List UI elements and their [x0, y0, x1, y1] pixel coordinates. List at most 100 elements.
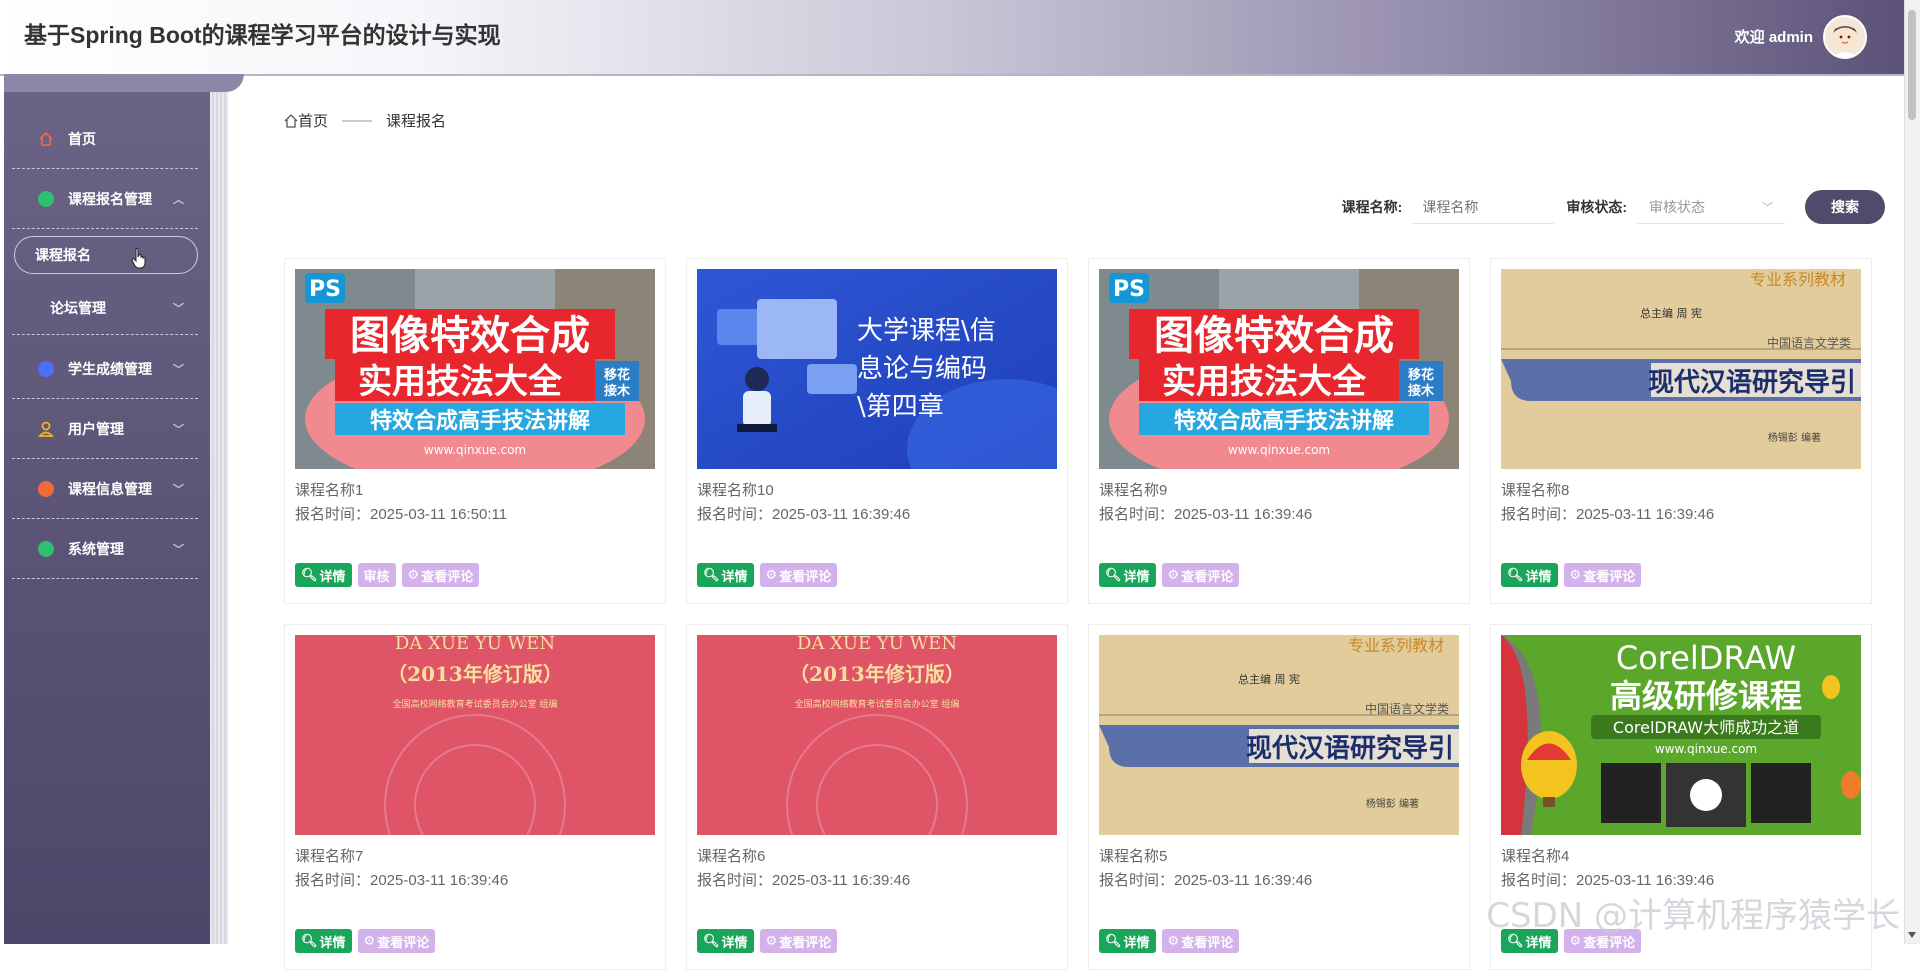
course-card[interactable]: DA XUE YU WEN （2013年修订版） 全国高校网络教育考试委员会办公… [686, 624, 1068, 970]
main-content: 首页 —— 课程报名 课程名称: 审核状态: 审核状态 ﹀ 搜索 PS 图像特效… [228, 92, 1905, 970]
course-name: 课程名称8 [1501, 482, 1570, 499]
detail-button[interactable]: 🔍︎ 详情 [1501, 563, 1558, 587]
view-comments-button[interactable]: ⚙ 查看评论 [1161, 563, 1240, 587]
course-cover-image[interactable]: PS 图像特效合成 实用技法大全 移花 接木 特效合成高手技法讲解 www.qi… [1099, 269, 1459, 469]
chevron-down-icon: ﹀ [173, 424, 184, 436]
course-card[interactable]: 专业系列教材 总主编 周 宪 中国语言文学类 现代汉语研究导引 杨锡彭 编著 课… [1490, 258, 1872, 604]
detail-button[interactable]: 🔍︎ 详情 [1099, 929, 1156, 953]
review-status-select[interactable]: 审核状态 ﹀ [1637, 190, 1785, 224]
search-icon: 🔍︎ [1105, 933, 1122, 948]
review-status-label: 审核状态: [1566, 199, 1627, 215]
view-comments-button[interactable]: ⚙ 查看评论 [357, 929, 436, 953]
svg-text:CorelDRAW大师成功之道: CorelDRAW大师成功之道 [1613, 718, 1799, 737]
sidebar-item-label: 课程报名管理 [68, 191, 152, 207]
detail-button[interactable]: 🔍︎ 详情 [295, 563, 352, 587]
course-name: 课程名称5 [1099, 848, 1168, 865]
svg-text:DA XUE YU WEN: DA XUE YU WEN [395, 635, 555, 654]
review-status-placeholder: 审核状态 [1649, 198, 1705, 215]
svg-text:移花: 移花 [604, 367, 630, 383]
course-cover-image[interactable]: 专业系列教材 总主编 周 宪 中国语言文学类 现代汉语研究导引 杨锡彭 编著 [1099, 635, 1459, 835]
course-cover-image[interactable]: DA XUE YU WEN （2013年修订版） 全国高校网络教育考试委员会办公… [295, 635, 655, 835]
sidebar-item-home[interactable]: 首页 [12, 110, 198, 169]
welcome-text: 欢迎 admin [1734, 29, 1813, 46]
view-comments-button[interactable]: ⚙ 查看评论 [759, 929, 838, 953]
view-comments-button[interactable]: ⚙ 查看评论 [401, 563, 480, 587]
course-card[interactable]: PS 图像特效合成 实用技法大全 移花 接木 特效合成高手技法讲解 www.qi… [1088, 258, 1470, 604]
card-actions: 🔍︎ 详情 ⚙ 查看评论 [1099, 563, 1240, 587]
detail-button[interactable]: 🔍︎ 详情 [697, 563, 754, 587]
course-cover-image[interactable]: CorelDRAW 高级研修课程 CorelDRAW大师成功之道 www.qin… [1501, 635, 1861, 835]
course-name: 课程名称10 [697, 482, 774, 499]
enroll-time: 报名时间：2025-03-11 16:39:46 [1099, 506, 1313, 523]
button-label: 查看评论 [779, 934, 832, 950]
gear-icon: ⚙ [1167, 567, 1180, 582]
breadcrumb-home-link[interactable]: 首页 [298, 110, 328, 131]
enroll-time: 报名时间：2025-03-11 16:39:46 [697, 872, 911, 889]
chevron-down-icon: ﹀ [173, 364, 184, 376]
avatar[interactable] [1823, 15, 1867, 59]
review-button[interactable]: 审核 [357, 563, 396, 587]
course-cover-image[interactable]: DA XUE YU WEN （2013年修订版） 全国高校网络教育考试委员会办公… [697, 635, 1057, 835]
sidebar-item-label: 用户管理 [68, 421, 124, 437]
svg-text:息论与编码: 息论与编码 [857, 354, 987, 384]
search-button[interactable]: 搜索 [1805, 190, 1885, 224]
user-icon [38, 421, 54, 437]
svg-text:现代汉语研究导引: 现代汉语研究导引 [1246, 733, 1454, 764]
svg-text:特效合成高手技法讲解: 特效合成高手技法讲解 [370, 408, 590, 434]
home-icon [38, 131, 54, 147]
cursor-hand-icon [131, 248, 146, 269]
gear-icon: ⚙ [1569, 567, 1582, 582]
sidebar-item-users[interactable]: 用户管理 ﹀ [12, 400, 198, 459]
course-card[interactable]: PS 图像特效合成 实用技法大全 移花 接木 特效合成高手技法讲解 www.qi… [284, 258, 666, 604]
svg-text:杨锡彭 编著: 杨锡彭 编著 [1366, 797, 1419, 810]
button-label: 详情 [721, 934, 748, 950]
course-name: 课程名称9 [1099, 482, 1168, 499]
svg-text:PS: PS [1113, 277, 1145, 302]
gear-icon: ⚙ [407, 567, 420, 582]
gear-icon: ⚙ [765, 933, 778, 948]
scroll-down-arrow-icon[interactable] [1908, 932, 1916, 938]
detail-button[interactable]: 🔍︎ 详情 [1099, 563, 1156, 587]
course-card[interactable]: 专业系列教材 总主编 周 宪 中国语言文学类 现代汉语研究导引 杨锡彭 编著 课… [1088, 624, 1470, 970]
card-actions: 🔍︎ 详情 ⚙ 查看评论 [697, 929, 838, 953]
button-label: 详情 [1123, 934, 1150, 950]
search-icon: 🔍︎ [1507, 567, 1524, 582]
page-scrollbar[interactable] [1904, 0, 1920, 944]
svg-text:总主编 周 宪: 总主编 周 宪 [1238, 672, 1300, 686]
sidebar-subitem-forum[interactable]: 论坛管理 ﹀ [12, 282, 198, 335]
sidebar-item-grades[interactable]: 学生成绩管理 ﹀ [12, 340, 198, 399]
sidebar-item-system[interactable]: 系统管理 ﹀ [12, 520, 198, 579]
sidebar-item-course-info[interactable]: 课程信息管理 ﹀ [12, 460, 198, 519]
course-cover-image[interactable]: 大学课程\信 息论与编码 \第四章 [697, 269, 1057, 469]
button-label: 查看评论 [1181, 568, 1234, 584]
course-cover-image[interactable]: PS 图像特效合成 实用技法大全 移花 接木 特效合成高手技法讲解 www.qi… [295, 269, 655, 469]
view-comments-button[interactable]: ⚙ 查看评论 [759, 563, 838, 587]
view-comments-button[interactable]: ⚙ 查看评论 [1161, 929, 1240, 953]
course-name-input[interactable] [1412, 190, 1555, 224]
enroll-time: 报名时间：2025-03-11 16:39:46 [1501, 872, 1715, 889]
search-icon: 🔍︎ [703, 933, 720, 948]
svg-text:总主编 周 宪: 总主编 周 宪 [1640, 306, 1702, 320]
svg-text:PS: PS [309, 277, 341, 302]
svg-text:专业系列教材: 专业系列教材 [1750, 270, 1846, 289]
view-comments-button[interactable]: ⚙ 查看评论 [1563, 563, 1642, 587]
course-card[interactable]: 大学课程\信 息论与编码 \第四章 课程名称10 报名时间：2025-03-11 … [686, 258, 1068, 604]
svg-text:全国高校网络教育考试委员会办公室 组编: 全国高校网络教育考试委员会办公室 组编 [795, 698, 960, 710]
search-icon: 🔍︎ [1105, 567, 1122, 582]
detail-button[interactable]: 🔍︎ 详情 [295, 929, 352, 953]
svg-text:DA XUE YU WEN: DA XUE YU WEN [797, 635, 957, 654]
sidebar-item-enroll-manage[interactable]: 课程报名管理 ︿ [12, 170, 198, 229]
scrollbar-thumb[interactable] [1908, 10, 1916, 120]
chevron-up-icon: ︿ [173, 194, 184, 206]
search-icon: 🔍︎ [301, 567, 318, 582]
course-name: 课程名称6 [697, 848, 766, 865]
gear-icon: ⚙ [363, 933, 376, 948]
course-cover-image[interactable]: 专业系列教材 总主编 周 宪 中国语言文学类 现代汉语研究导引 杨锡彭 编著 [1501, 269, 1861, 469]
course-card[interactable]: DA XUE YU WEN （2013年修订版） 全国高校网络教育考试委员会办公… [284, 624, 666, 970]
sidebar-subitem-enroll[interactable]: 课程报名 [14, 236, 198, 274]
detail-button[interactable]: 🔍︎ 详情 [697, 929, 754, 953]
course-name-label: 课程名称: [1341, 199, 1403, 215]
svg-text:www.qinxue.com: www.qinxue.com [1655, 742, 1757, 756]
top-header: 基于Spring Boot的课程学习平台的设计与实现 欢迎 admin [0, 0, 1905, 76]
enroll-time: 报名时间：2025-03-11 16:39:46 [1099, 872, 1313, 889]
